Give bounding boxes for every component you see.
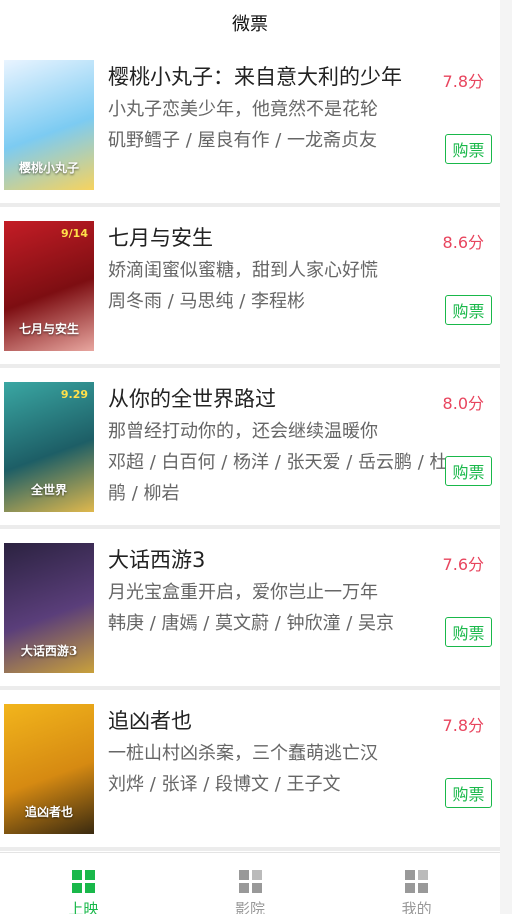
- bottom-tab-bar: 上映 影院 我的: [0, 852, 500, 914]
- movie-title[interactable]: 大话西游3: [108, 543, 448, 577]
- movie-description: 月光宝盒重开启，爱你岂止一万年: [108, 582, 378, 603]
- movie-info: 七月与安生 娇滴闺蜜似蜜糖，甜到人家心好慌 周冬雨 / 马思纯 / 李程彬: [108, 221, 448, 317]
- movie-item[interactable]: 樱桃小丸子 樱桃小丸子：来自意大利的少年 小丸子恋美少年，他竟然不是花轮 矶野鳕…: [0, 46, 500, 207]
- grid-icon: [238, 870, 262, 893]
- movie-poster[interactable]: 9/14 七月与安生: [4, 221, 94, 351]
- movie-poster[interactable]: 追凶者也: [4, 704, 94, 834]
- poster-title: 追凶者也: [24, 805, 73, 819]
- tab-showing[interactable]: 上映: [0, 853, 167, 914]
- poster-date: 9.29: [60, 388, 88, 401]
- movie-item[interactable]: 9/14 七月与安生 七月与安生 娇滴闺蜜似蜜糖，甜到人家心好慌 周冬雨 / 马…: [0, 207, 500, 368]
- poster-date: 9/14: [61, 227, 88, 240]
- poster-title: 大话西游3: [20, 644, 78, 658]
- tab-label: 我的: [401, 900, 432, 914]
- movie-score: 7.8分: [442, 716, 484, 735]
- movie-description: 娇滴闺蜜似蜜糖，甜到人家心好慌: [108, 260, 378, 281]
- tab-label: 上映: [68, 900, 99, 914]
- movie-info: 追凶者也 一桩山村凶杀案，三个蠢萌逃亡汉 刘烨 / 张译 / 段博文 / 王子文: [108, 704, 448, 800]
- movie-cast: 刘烨 / 张译 / 段博文 / 王子文: [108, 774, 341, 795]
- page-title: 微票: [232, 14, 268, 35]
- poster-title: 全世界: [30, 483, 67, 497]
- scrollbar-track: [500, 0, 512, 914]
- movie-score: 7.6分: [442, 555, 484, 574]
- movie-poster[interactable]: 大话西游3: [4, 543, 94, 673]
- movie-item[interactable]: 大话西游3 大话西游3 月光宝盒重开启，爱你岂止一万年 韩庚 / 唐嫣 / 莫文…: [0, 529, 500, 690]
- movie-info: 樱桃小丸子：来自意大利的少年 小丸子恋美少年，他竟然不是花轮 矶野鳕子 / 屋良…: [108, 60, 448, 156]
- grid-icon: [71, 870, 95, 893]
- movie-title[interactable]: 七月与安生: [108, 221, 448, 255]
- movie-title[interactable]: 从你的全世界路过: [108, 382, 448, 416]
- buy-ticket-button[interactable]: 购票: [445, 456, 492, 486]
- movie-cast: 韩庚 / 唐嫣 / 莫文蔚 / 钟欣潼 / 吴京: [108, 613, 395, 634]
- buy-ticket-button[interactable]: 购票: [445, 295, 492, 325]
- movie-title[interactable]: 追凶者也: [108, 704, 448, 738]
- buy-ticket-button[interactable]: 购票: [445, 134, 492, 164]
- movie-poster[interactable]: 樱桃小丸子: [4, 60, 94, 190]
- movie-score: 8.0分: [442, 394, 484, 413]
- poster-title: 七月与安生: [18, 322, 79, 336]
- movie-info: 大话西游3 月光宝盒重开启，爱你岂止一万年 韩庚 / 唐嫣 / 莫文蔚 / 钟欣…: [108, 543, 448, 639]
- movie-poster[interactable]: 9.29 全世界: [4, 382, 94, 512]
- movie-cast: 矶野鳕子 / 屋良有作 / 一龙斋贞友: [108, 130, 378, 151]
- movie-score: 7.8分: [442, 72, 484, 91]
- movie-description: 小丸子恋美少年，他竟然不是花轮: [108, 99, 378, 120]
- buy-ticket-button[interactable]: 购票: [445, 778, 492, 808]
- tab-label: 影院: [235, 900, 266, 914]
- movie-info: 从你的全世界路过 那曾经打动你的，还会继续温暖你 邓超 / 白百何 / 杨洋 /…: [108, 382, 448, 509]
- tab-mine[interactable]: 我的: [333, 853, 500, 914]
- movie-description: 一桩山村凶杀案，三个蠢萌逃亡汉: [108, 743, 378, 764]
- movie-description: 那曾经打动你的，还会继续温暖你: [108, 421, 378, 442]
- movie-item[interactable]: 9.29 全世界 从你的全世界路过 那曾经打动你的，还会继续温暖你 邓超 / 白…: [0, 368, 500, 529]
- movie-score: 8.6分: [442, 233, 484, 252]
- poster-title: 樱桃小丸子: [18, 161, 79, 175]
- movie-cast: 周冬雨 / 马思纯 / 李程彬: [108, 291, 306, 312]
- app-header: 微票: [0, 0, 500, 46]
- movie-list: 樱桃小丸子 樱桃小丸子：来自意大利的少年 小丸子恋美少年，他竟然不是花轮 矶野鳕…: [0, 46, 500, 851]
- movie-item[interactable]: 追凶者也 追凶者也 一桩山村凶杀案，三个蠢萌逃亡汉 刘烨 / 张译 / 段博文 …: [0, 690, 500, 851]
- movie-title[interactable]: 樱桃小丸子：来自意大利的少年: [108, 60, 448, 94]
- tab-cinemas[interactable]: 影院: [167, 853, 334, 914]
- buy-ticket-button[interactable]: 购票: [445, 617, 492, 647]
- movie-cast: 邓超 / 白百何 / 杨洋 / 张天爱 / 岳云鹏 / 杜鹃 / 柳岩: [108, 452, 448, 504]
- grid-icon: [405, 870, 429, 893]
